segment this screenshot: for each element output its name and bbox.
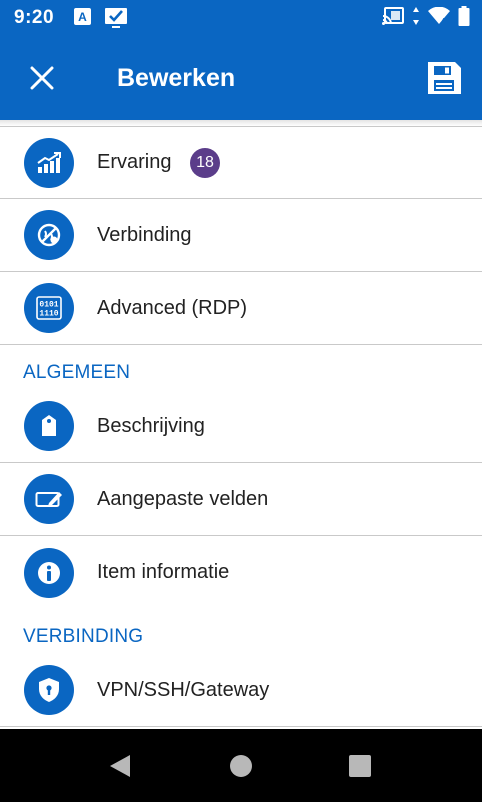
- list-item-aangepaste-velden[interactable]: Aangepaste velden: [0, 463, 482, 536]
- list-item-label: VPN/SSH/Gateway: [97, 678, 270, 701]
- list-item-ervaring[interactable]: Ervaring 18: [0, 126, 482, 199]
- page-title: Bewerken: [117, 64, 236, 92]
- cast-icon: [382, 6, 404, 31]
- home-icon[interactable]: [230, 755, 252, 777]
- list-item-beschrijving[interactable]: Beschrijving: [0, 390, 482, 463]
- save-icon: [428, 62, 461, 94]
- edit-options-list: Ervaring 18 Verbinding 0101 1110 Advance…: [0, 126, 482, 727]
- count-badge: 18: [190, 147, 220, 178]
- list-item-label: Item informatie: [97, 561, 230, 583]
- save-button[interactable]: [424, 58, 464, 98]
- list-item-vpn-ssh-gateway[interactable]: VPN/SSH/Gateway: [0, 654, 482, 727]
- close-icon: [30, 66, 54, 90]
- connection-globe-icon: [24, 210, 74, 260]
- recents-icon[interactable]: [349, 755, 371, 777]
- tag-icon: [24, 401, 74, 451]
- list-item-label: Beschrijving: [97, 414, 205, 437]
- list-item-label: Verbinding: [97, 223, 192, 246]
- data-arrows-icon: [412, 6, 420, 31]
- binary-icon: 0101 1110: [24, 283, 74, 333]
- chart-growth-icon: [24, 137, 74, 188]
- svg-text:4: 4: [441, 17, 446, 25]
- close-button[interactable]: [24, 60, 60, 96]
- list-item-advanced-rdp[interactable]: 0101 1110 Advanced (RDP): [0, 272, 482, 345]
- list-item-label: Aangepaste velden: [97, 487, 269, 510]
- info-icon: [24, 547, 74, 598]
- navigation-bar: [0, 729, 482, 802]
- list-item-item-informatie[interactable]: Item informatie: [0, 536, 482, 609]
- list-item-verbinding[interactable]: Verbinding: [0, 199, 482, 272]
- edit-field-icon: [24, 474, 74, 524]
- section-header-connection: VERBINDING: [23, 626, 144, 647]
- a-icon: A: [74, 8, 91, 25]
- back-icon[interactable]: [108, 753, 132, 779]
- status-icons: 4: [382, 5, 470, 31]
- toolbar: Bewerken: [0, 36, 482, 120]
- section-header-general: ALGEMEEN: [23, 362, 131, 383]
- status-bar: 9:20 A 4: [0, 0, 482, 36]
- battery-icon: [458, 5, 470, 31]
- shield-icon: [24, 665, 74, 715]
- svg-text:1110: 1110: [39, 310, 58, 319]
- wifi-icon: 4: [428, 6, 450, 30]
- list-item-label: Advanced (RDP): [97, 296, 248, 319]
- status-time: 9:20: [14, 7, 55, 28]
- check-board-icon: [104, 7, 128, 29]
- list-item-label: Ervaring: [97, 151, 172, 173]
- svg-text:0101: 0101: [39, 301, 58, 310]
